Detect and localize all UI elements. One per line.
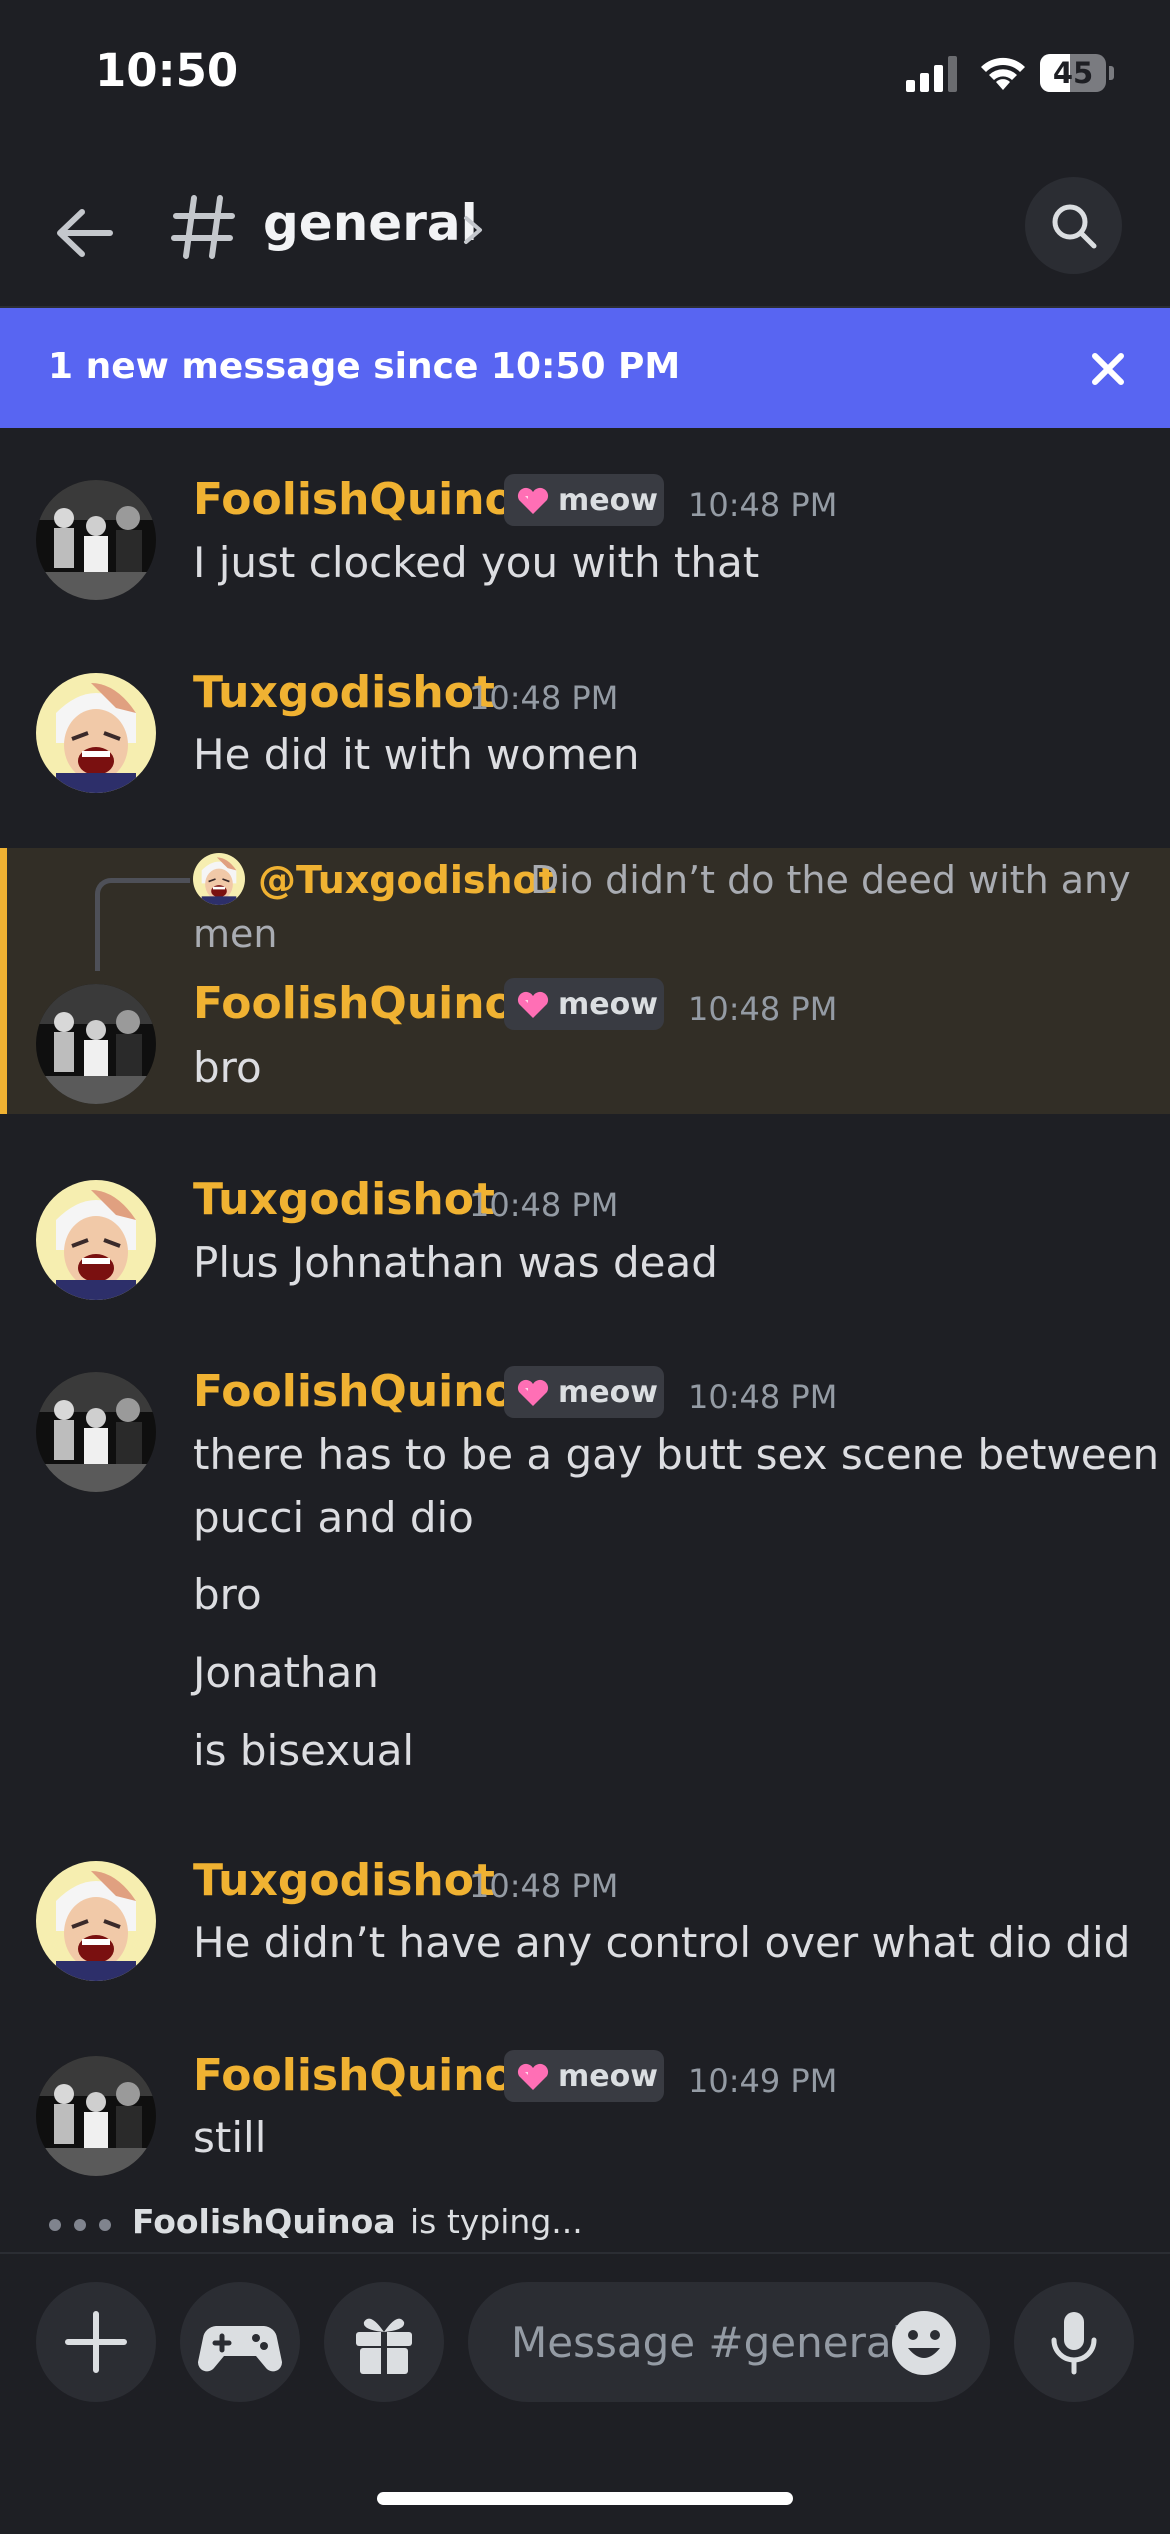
badge-label: meow: [558, 483, 658, 518]
message-username[interactable]: FoolishQuinoa: [193, 474, 544, 525]
hash-icon: [171, 195, 235, 259]
message-username[interactable]: FoolishQuinoa: [193, 978, 544, 1029]
badge-label: meow: [558, 987, 658, 1022]
role-badge[interactable]: meow: [504, 474, 664, 526]
avatar[interactable]: [36, 2056, 156, 2176]
message-text[interactable]: is bisexual: [193, 1726, 414, 1775]
reply-connector: [95, 878, 190, 971]
message-input[interactable]: Message #general: [468, 2282, 990, 2402]
emoji-icon[interactable]: [891, 2310, 957, 2376]
back-arrow-icon[interactable]: [50, 198, 120, 268]
reply-preview-continued[interactable]: men: [193, 912, 277, 956]
role-badge[interactable]: meow: [504, 2050, 664, 2102]
battery-percent: 45: [1052, 56, 1094, 90]
message-timestamp: 10:48 PM: [688, 486, 838, 524]
badge-label: meow: [558, 2059, 658, 2094]
new-messages-banner[interactable]: 1 new message since 10:50 PM: [0, 308, 1170, 428]
search-button[interactable]: [1025, 177, 1122, 274]
badge-label: meow: [558, 1375, 658, 1410]
status-time: 10:50: [95, 44, 239, 97]
typing-dots-icon: [49, 2219, 111, 2231]
heart-icon: [517, 2063, 549, 2090]
home-indicator: [377, 2492, 793, 2505]
mention-highlight-bar: [0, 848, 7, 1114]
typing-text: is typing...: [410, 2202, 583, 2241]
message-timestamp: 10:48 PM: [469, 679, 619, 717]
message-text[interactable]: He did it with women: [193, 730, 639, 779]
message-username[interactable]: Tuxgodishot: [193, 1174, 495, 1225]
role-badge[interactable]: meow: [504, 1366, 664, 1418]
message-username[interactable]: FoolishQuinoa: [193, 1366, 544, 1417]
gift-icon: [356, 2318, 412, 2374]
role-badge[interactable]: meow: [504, 978, 664, 1030]
message-text[interactable]: bro: [193, 1043, 262, 1092]
message-timestamp: 10:48 PM: [469, 1186, 619, 1224]
message-text[interactable]: there has to be a gay butt sex scene bet…: [193, 1430, 1159, 1479]
avatar[interactable]: [36, 1372, 156, 1492]
plus-icon: [65, 2311, 127, 2373]
message-text[interactable]: Jonathan: [193, 1648, 379, 1697]
status-bar: 10:50 45: [0, 0, 1170, 150]
gift-button[interactable]: [324, 2282, 444, 2402]
avatar[interactable]: [36, 1180, 156, 1300]
message-username[interactable]: Tuxgodishot: [193, 1855, 495, 1906]
message-timestamp: 10:48 PM: [688, 990, 838, 1028]
message-text[interactable]: bro: [193, 1570, 262, 1619]
heart-icon: [517, 487, 549, 514]
message-username[interactable]: Tuxgodishot: [193, 667, 495, 718]
message-timestamp: 10:48 PM: [688, 1378, 838, 1416]
reply-preview[interactable]: Dio didn’t do the deed with any: [530, 858, 1131, 902]
message-username[interactable]: FoolishQuinoa: [193, 2050, 544, 2101]
message-text[interactable]: He didn’t have any control over what dio…: [193, 1918, 1130, 1967]
typing-user: FoolishQuinoa: [132, 2202, 396, 2241]
voice-message-button[interactable]: [1014, 2282, 1134, 2402]
chevron-right-icon[interactable]: [458, 210, 488, 250]
heart-icon: [517, 991, 549, 1018]
close-icon[interactable]: [1085, 346, 1131, 392]
activities-button[interactable]: [180, 2282, 300, 2402]
signal-icon: [906, 56, 957, 92]
reply-mention[interactable]: @Tuxgodishot: [258, 858, 557, 902]
channel-header: general: [0, 150, 1170, 308]
microphone-icon: [1051, 2312, 1097, 2375]
message-text[interactable]: I just clocked you with that: [193, 538, 759, 587]
reply-avatar[interactable]: [193, 853, 245, 905]
battery-indicator: 45: [1040, 54, 1114, 92]
add-attachment-button[interactable]: [36, 2282, 156, 2402]
avatar[interactable]: [36, 480, 156, 600]
avatar[interactable]: [36, 1861, 156, 1981]
avatar[interactable]: [36, 673, 156, 793]
gamepad-icon: [197, 2326, 283, 2372]
message-timestamp: 10:49 PM: [688, 2062, 838, 2100]
message-text[interactable]: pucci and dio: [193, 1493, 474, 1542]
heart-icon: [517, 1379, 549, 1406]
wifi-icon: [981, 57, 1025, 90]
message-text[interactable]: Plus Johnathan was dead: [193, 1238, 718, 1287]
message-placeholder: Message #general: [511, 2318, 904, 2367]
search-icon: [1052, 204, 1097, 249]
avatar[interactable]: [36, 984, 156, 1104]
message-timestamp: 10:48 PM: [469, 1867, 619, 1905]
message-text[interactable]: still: [193, 2113, 266, 2162]
channel-name[interactable]: general: [263, 194, 478, 252]
new-messages-text: 1 new message since 10:50 PM: [48, 346, 681, 387]
